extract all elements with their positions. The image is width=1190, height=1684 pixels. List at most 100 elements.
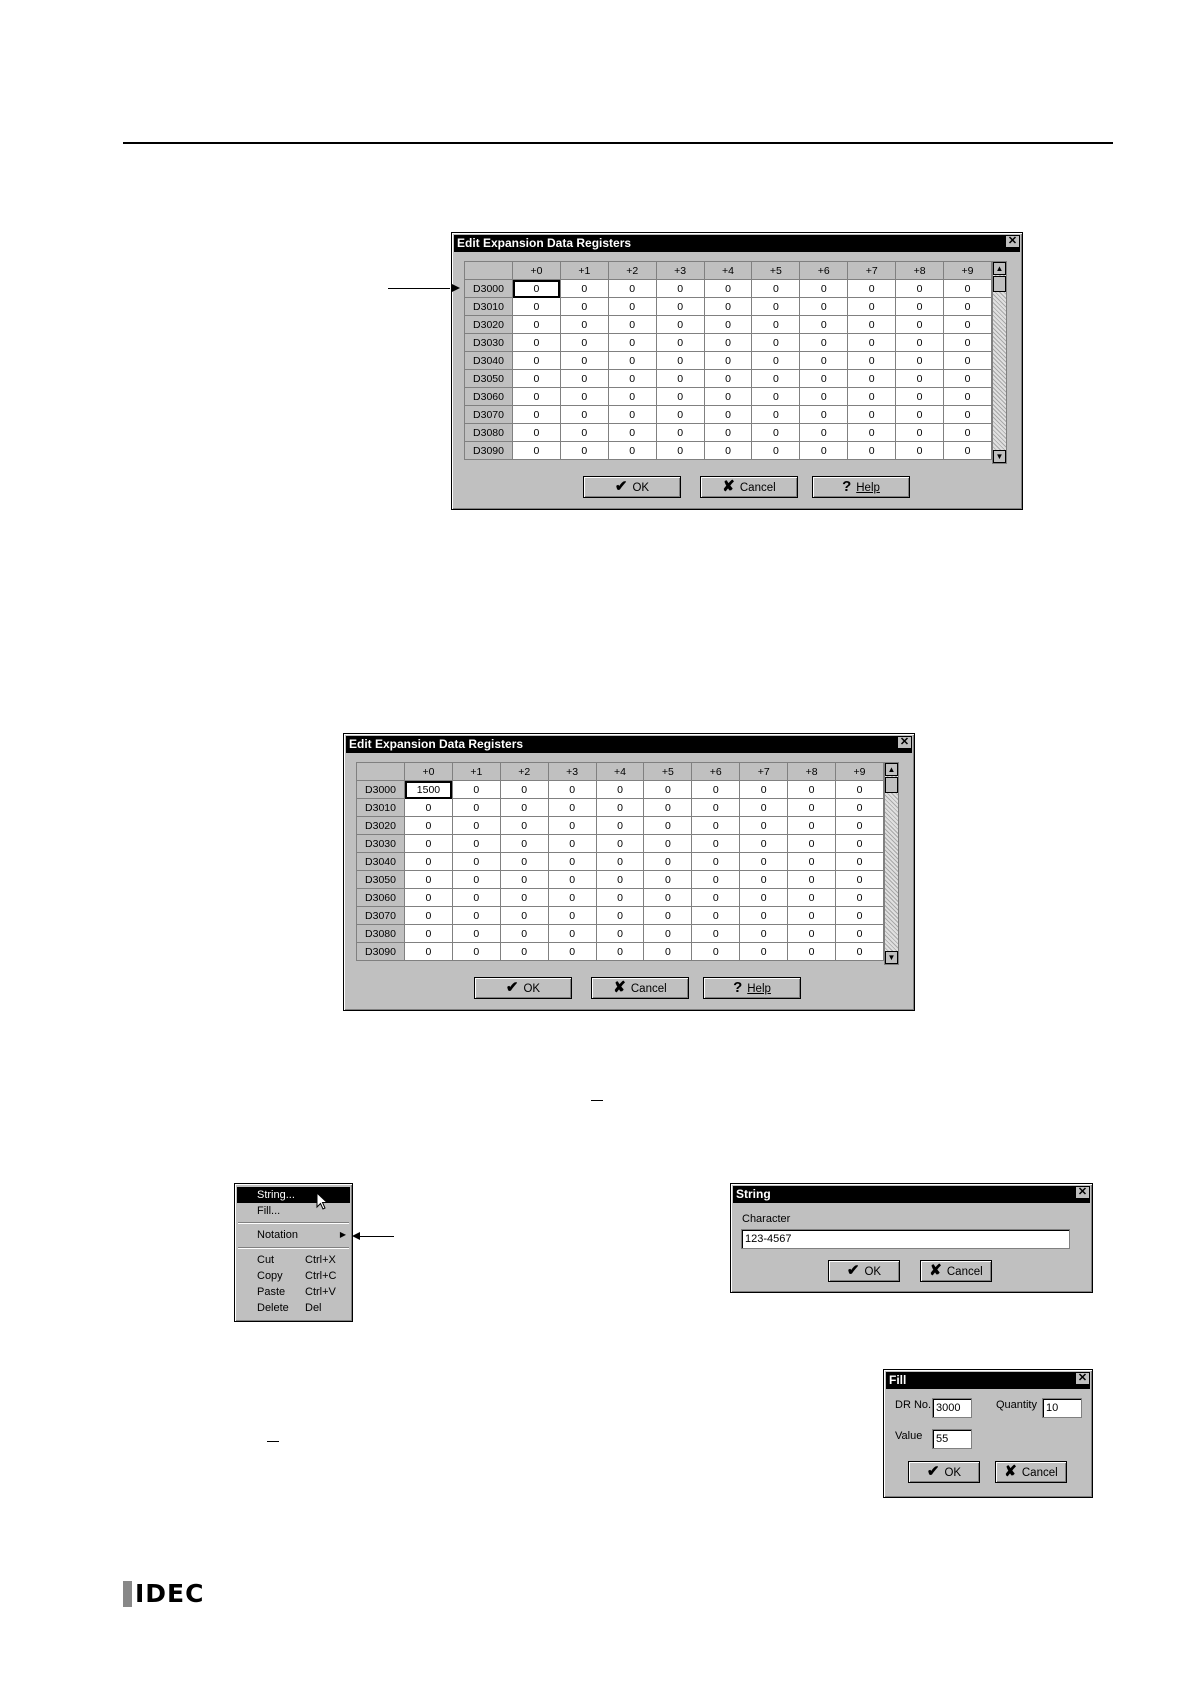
help-button[interactable]: ? Help xyxy=(703,977,801,999)
register-cell[interactable]: 0 xyxy=(595,924,645,943)
register-cell[interactable]: 0 xyxy=(512,279,561,298)
register-cell[interactable]: 0 xyxy=(691,942,741,961)
quantity-input[interactable]: 10 xyxy=(1042,1398,1082,1418)
register-cell[interactable]: 0 xyxy=(512,405,561,424)
register-cell[interactable]: 0 xyxy=(404,924,453,943)
register-cell[interactable]: 0 xyxy=(643,780,693,799)
menu-item-string[interactable]: String... xyxy=(237,1187,350,1203)
register-cell[interactable]: 0 xyxy=(451,780,501,799)
register-cell[interactable]: 0 xyxy=(691,924,741,943)
register-cell[interactable]: 0 xyxy=(499,816,549,835)
register-cell[interactable]: 0 xyxy=(643,906,693,925)
register-cell[interactable]: 0 xyxy=(404,834,453,853)
register-cell[interactable]: 0 xyxy=(943,441,992,460)
register-cell[interactable]: 0 xyxy=(739,870,789,889)
scroll-down-icon[interactable]: ▼ xyxy=(885,951,898,964)
register-cell[interactable]: 0 xyxy=(787,906,837,925)
register-cell[interactable]: 0 xyxy=(943,315,992,334)
register-cell[interactable]: 0 xyxy=(499,888,549,907)
register-cell[interactable]: 0 xyxy=(547,870,597,889)
register-cell[interactable]: 0 xyxy=(643,924,693,943)
register-cell[interactable]: 0 xyxy=(655,441,705,460)
register-cell[interactable]: 0 xyxy=(835,780,884,799)
register-cell[interactable]: 0 xyxy=(895,297,945,316)
cancel-button[interactable]: ✘ Cancel xyxy=(920,1260,992,1282)
register-cell[interactable]: 0 xyxy=(835,924,884,943)
register-cell[interactable]: 0 xyxy=(799,279,849,298)
register-cell[interactable]: 0 xyxy=(895,279,945,298)
register-cell[interactable]: 0 xyxy=(691,816,741,835)
register-cell[interactable]: 0 xyxy=(835,906,884,925)
close-icon[interactable]: ✕ xyxy=(1005,235,1020,248)
register-cell[interactable]: 0 xyxy=(559,423,609,442)
register-cell[interactable]: 0 xyxy=(559,369,609,388)
register-cell[interactable]: 1500 xyxy=(404,780,453,799)
register-cell[interactable]: 0 xyxy=(451,888,501,907)
register-cell[interactable]: 0 xyxy=(499,852,549,871)
register-cell[interactable]: 0 xyxy=(895,369,945,388)
register-cell[interactable]: 0 xyxy=(547,780,597,799)
register-cell[interactable]: 0 xyxy=(559,351,609,370)
register-cell[interactable]: 0 xyxy=(787,924,837,943)
register-cell[interactable]: 0 xyxy=(643,870,693,889)
dr-no-input[interactable]: 3000 xyxy=(932,1398,972,1418)
register-cell[interactable]: 0 xyxy=(847,441,897,460)
register-cell[interactable]: 0 xyxy=(404,888,453,907)
register-cell[interactable]: 0 xyxy=(451,942,501,961)
register-cell[interactable]: 0 xyxy=(691,780,741,799)
register-cell[interactable]: 0 xyxy=(499,924,549,943)
register-cell[interactable]: 0 xyxy=(847,387,897,406)
register-cell[interactable]: 0 xyxy=(835,834,884,853)
register-cell[interactable]: 0 xyxy=(847,351,897,370)
register-cell[interactable]: 0 xyxy=(847,405,897,424)
character-input[interactable]: 123-4567 xyxy=(741,1229,1070,1249)
register-cell[interactable]: 0 xyxy=(655,279,705,298)
register-cell[interactable]: 0 xyxy=(751,297,801,316)
register-cell[interactable]: 0 xyxy=(559,387,609,406)
register-cell[interactable]: 0 xyxy=(739,798,789,817)
register-cell[interactable]: 0 xyxy=(739,888,789,907)
register-cell[interactable]: 0 xyxy=(499,870,549,889)
register-cell[interactable]: 0 xyxy=(703,351,753,370)
cancel-button[interactable]: ✘ Cancel xyxy=(995,1461,1067,1483)
register-cell[interactable]: 0 xyxy=(595,906,645,925)
register-cell[interactable]: 0 xyxy=(404,816,453,835)
register-cell[interactable]: 0 xyxy=(787,870,837,889)
register-cell[interactable]: 0 xyxy=(512,423,561,442)
register-cell[interactable]: 0 xyxy=(703,387,753,406)
register-cell[interactable]: 0 xyxy=(835,816,884,835)
register-cell[interactable]: 0 xyxy=(703,315,753,334)
register-cell[interactable]: 0 xyxy=(547,924,597,943)
register-cell[interactable]: 0 xyxy=(655,405,705,424)
register-cell[interactable]: 0 xyxy=(787,834,837,853)
register-cell[interactable]: 0 xyxy=(499,942,549,961)
register-cell[interactable]: 0 xyxy=(559,279,609,298)
register-cell[interactable]: 0 xyxy=(404,906,453,925)
register-cell[interactable]: 0 xyxy=(799,387,849,406)
scroll-thumb[interactable] xyxy=(885,777,898,793)
vertical-scrollbar[interactable]: ▲ ▼ xyxy=(884,762,899,965)
register-cell[interactable]: 0 xyxy=(835,888,884,907)
ok-button[interactable]: ✔ OK xyxy=(828,1260,900,1282)
register-cell[interactable]: 0 xyxy=(691,888,741,907)
register-cell[interactable]: 0 xyxy=(595,816,645,835)
register-cell[interactable]: 0 xyxy=(703,297,753,316)
scroll-up-icon[interactable]: ▲ xyxy=(993,262,1006,275)
register-cell[interactable]: 0 xyxy=(751,423,801,442)
register-cell[interactable]: 0 xyxy=(655,369,705,388)
register-cell[interactable]: 0 xyxy=(691,798,741,817)
register-cell[interactable]: 0 xyxy=(451,870,501,889)
register-cell[interactable]: 0 xyxy=(451,906,501,925)
register-cell[interactable]: 0 xyxy=(512,351,561,370)
register-cell[interactable]: 0 xyxy=(799,315,849,334)
register-cell[interactable]: 0 xyxy=(751,405,801,424)
register-cell[interactable]: 0 xyxy=(703,279,753,298)
register-cell[interactable]: 0 xyxy=(547,816,597,835)
register-cell[interactable]: 0 xyxy=(607,333,657,352)
register-cell[interactable]: 0 xyxy=(691,852,741,871)
register-cell[interactable]: 0 xyxy=(691,834,741,853)
register-cell[interactable]: 0 xyxy=(451,852,501,871)
register-cell[interactable]: 0 xyxy=(943,369,992,388)
register-cell[interactable]: 0 xyxy=(943,333,992,352)
register-cell[interactable]: 0 xyxy=(895,441,945,460)
